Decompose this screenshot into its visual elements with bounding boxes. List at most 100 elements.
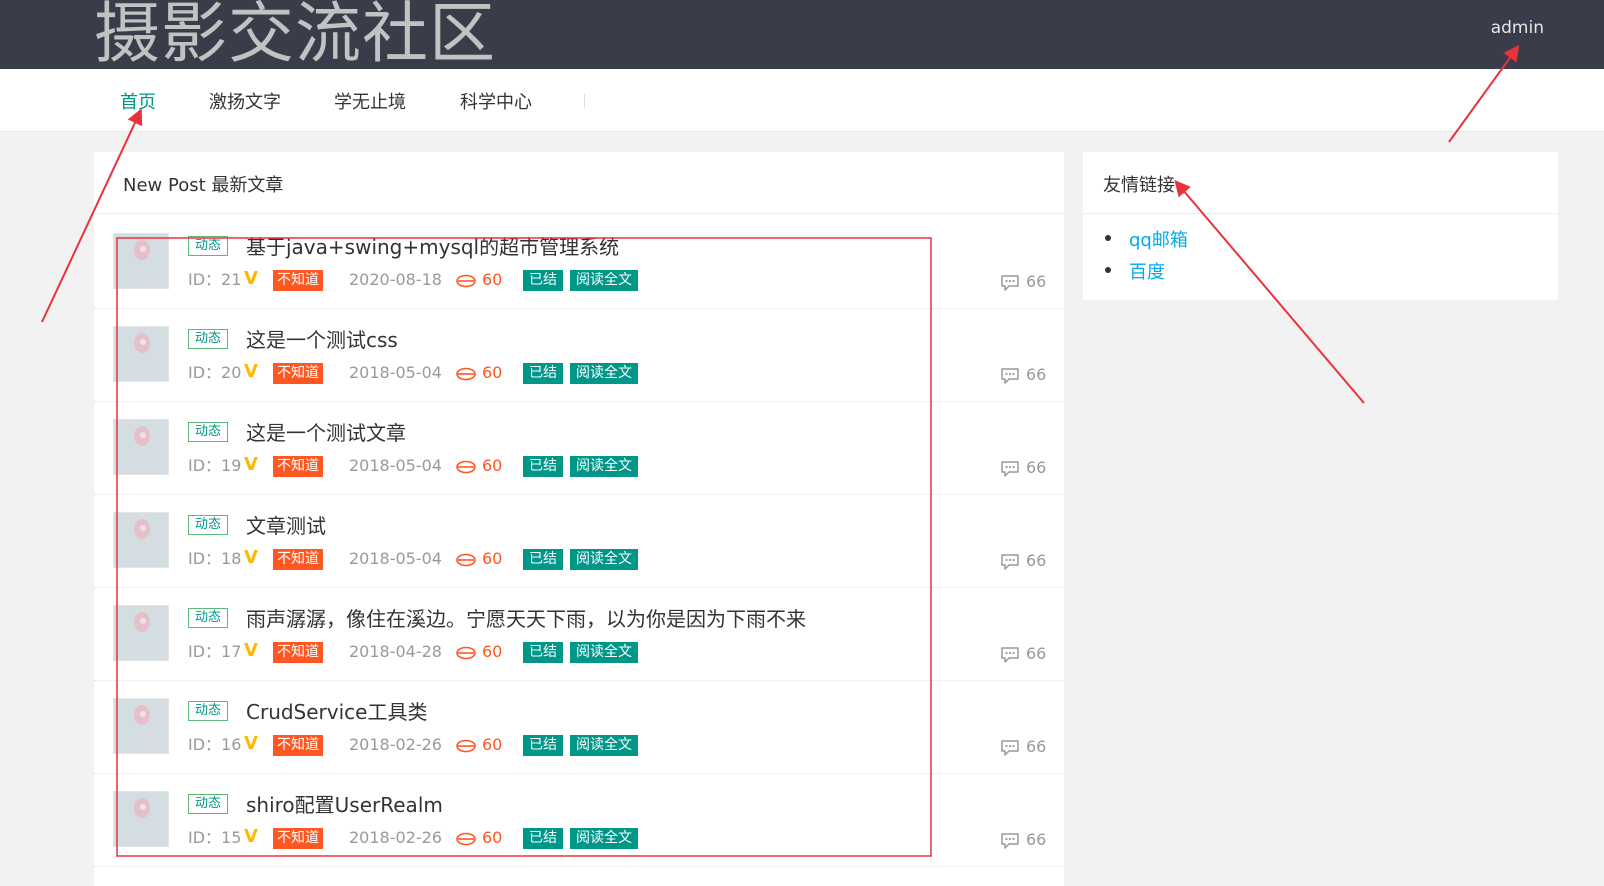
post-row[interactable]: 动态 雨声潺潺，像住在溪边。宁愿天天下雨，以为你是因为下雨不来 ID：17 V 不知道 2… [94, 586, 1064, 681]
post-thumbnail[interactable] [113, 605, 169, 661]
author-badge: 不知道 [273, 735, 323, 756]
author-badge: 不知道 [273, 642, 323, 663]
post-row[interactable]: 动态 这是一个测试文章 ID：19 V 不知道 2018-05-04 60 已结 阅读全文 66 [94, 400, 1064, 495]
nav-divider [584, 94, 585, 108]
read-more-button[interactable]: 阅读全文 [570, 642, 638, 663]
author-badge: 不知道 [273, 828, 323, 849]
status-badge: 已结 [523, 270, 563, 291]
post-title[interactable]: 雨声潺潺，像住在溪边。宁愿天天下雨，以为你是因为下雨不来 [246, 603, 806, 632]
author-badge: 不知道 [273, 363, 323, 384]
nav-item-home[interactable]: 首页 [120, 88, 156, 114]
post-title[interactable]: shiro配置UserRealm [246, 789, 443, 818]
post-row[interactable]: 动态 这是一个测试css ID：20 V 不知道 2018-05-04 60 已结 阅读全文 66 [94, 307, 1064, 402]
author-badge: 不知道 [273, 456, 323, 477]
comment-icon [1000, 553, 1020, 571]
vip-level-icon: V [244, 733, 258, 754]
status-badge: 已结 [523, 642, 563, 663]
post-thumbnail[interactable] [113, 791, 169, 847]
nav-item-learning[interactable]: 学无止境 [334, 88, 406, 114]
comment-count: 66 [1026, 551, 1047, 570]
post-row[interactable]: 动态 CrudService工具类 ID：16 V 不知道 2018-02-26 60 已结阅… [94, 679, 1064, 774]
post-title[interactable]: 这是一个测试css [246, 324, 398, 353]
post-id: ID：18 [188, 549, 242, 568]
comment-icon [1000, 646, 1020, 664]
vip-level-icon: V [244, 826, 258, 847]
post-thumbnail[interactable] [113, 698, 169, 754]
status-badge: 已结 [523, 828, 563, 849]
views-icon [456, 366, 476, 381]
view-count: 60 [482, 363, 503, 382]
comment-icon [1000, 832, 1020, 850]
friend-link-qqmail[interactable]: qq邮箱 [1105, 226, 1188, 258]
post-id: ID：15 [188, 828, 242, 847]
status-badge: 已结 [523, 735, 563, 756]
post-tag[interactable]: 动态 [188, 236, 229, 256]
post-date: 2018-05-04 [349, 549, 442, 568]
comment-count: 66 [1026, 365, 1047, 384]
read-more-button[interactable]: 阅读全文 [570, 549, 638, 570]
post-thumbnail[interactable] [113, 233, 169, 289]
post-tag[interactable]: 动态 [188, 422, 229, 442]
site-logo[interactable]: 摄影交流社区 [94, 0, 496, 74]
friend-links-panel: 友情链接 qq邮箱 百度 [1083, 152, 1558, 300]
post-tag[interactable]: 动态 [188, 608, 229, 628]
post-tag[interactable]: 动态 [188, 515, 229, 535]
author-badge: 不知道 [273, 549, 323, 570]
post-id: ID：19 [188, 456, 242, 475]
nav-item-writing[interactable]: 激扬文字 [209, 88, 281, 114]
vip-level-icon: V [244, 640, 258, 661]
post-title[interactable]: 文章测试 [246, 510, 326, 539]
vip-level-icon: V [244, 454, 258, 475]
post-tag[interactable]: 动态 [188, 701, 229, 721]
comment-icon [1000, 274, 1020, 292]
read-more-button[interactable]: 阅读全文 [570, 270, 638, 291]
post-row[interactable]: 动态 文章测试 ID：18 V 不知道 2018-05-04 60 已结 阅读全文 66 [94, 493, 1064, 588]
comment-count: 66 [1026, 830, 1047, 849]
vip-level-icon: V [244, 547, 258, 568]
top-header: 摄影交流社区 admin [0, 0, 1604, 72]
read-more-button[interactable]: 阅读全文 [570, 828, 638, 849]
post-thumbnail[interactable] [113, 512, 169, 568]
comment-count: 66 [1026, 458, 1047, 477]
post-date: 2018-02-26 [349, 735, 442, 754]
post-row[interactable]: 动态 shiro配置UserRealm ID：15 V 不知道 2018-02-26 60 已… [94, 772, 1064, 867]
post-thumbnail[interactable] [113, 419, 169, 475]
post-title[interactable]: 基于java+swing+mysql的超市管理系统 [246, 231, 619, 260]
post-date: 2018-04-28 [349, 642, 442, 661]
views-icon [456, 552, 476, 567]
comment-icon [1000, 367, 1020, 385]
post-date: 2020-08-18 [349, 270, 442, 289]
views-icon [456, 459, 476, 474]
post-id: ID：21 [188, 270, 242, 289]
friend-links-title: 友情链接 [1083, 152, 1558, 214]
status-badge: 已结 [523, 549, 563, 570]
read-more-button[interactable]: 阅读全文 [570, 456, 638, 477]
author-badge: 不知道 [273, 270, 323, 291]
post-date: 2018-05-04 [349, 456, 442, 475]
post-row[interactable]: 动态 基于java+swing+mysql的超市管理系统 ID：21 V 不知道 2020… [94, 214, 1064, 309]
post-list-title: New Post 最新文章 [94, 152, 1064, 214]
view-count: 60 [482, 270, 503, 289]
post-thumbnail[interactable] [113, 326, 169, 382]
post-title[interactable]: CrudService工具类 [246, 696, 427, 725]
comment-count: 66 [1026, 737, 1047, 756]
status-badge: 已结 [523, 456, 563, 477]
comment-icon [1000, 460, 1020, 478]
post-id: ID：17 [188, 642, 242, 661]
post-title[interactable]: 这是一个测试文章 [246, 417, 406, 446]
friend-links-list: qq邮箱 百度 [1105, 226, 1188, 290]
view-count: 60 [482, 642, 503, 661]
nav-item-science[interactable]: 科学中心 [460, 88, 532, 114]
views-icon [456, 645, 476, 660]
user-menu[interactable]: admin [1491, 18, 1544, 38]
read-more-button[interactable]: 阅读全文 [570, 735, 638, 756]
view-count: 60 [482, 735, 503, 754]
status-badge: 已结 [523, 363, 563, 384]
comment-icon [1000, 739, 1020, 757]
read-more-button[interactable]: 阅读全文 [570, 363, 638, 384]
friend-link-baidu[interactable]: 百度 [1105, 258, 1188, 290]
post-tag[interactable]: 动态 [188, 329, 229, 349]
post-date: 2018-02-26 [349, 828, 442, 847]
post-list-panel: New Post 最新文章 动态 基于java+swing+mysql的超市管理系… [94, 152, 1064, 886]
post-tag[interactable]: 动态 [188, 794, 229, 814]
